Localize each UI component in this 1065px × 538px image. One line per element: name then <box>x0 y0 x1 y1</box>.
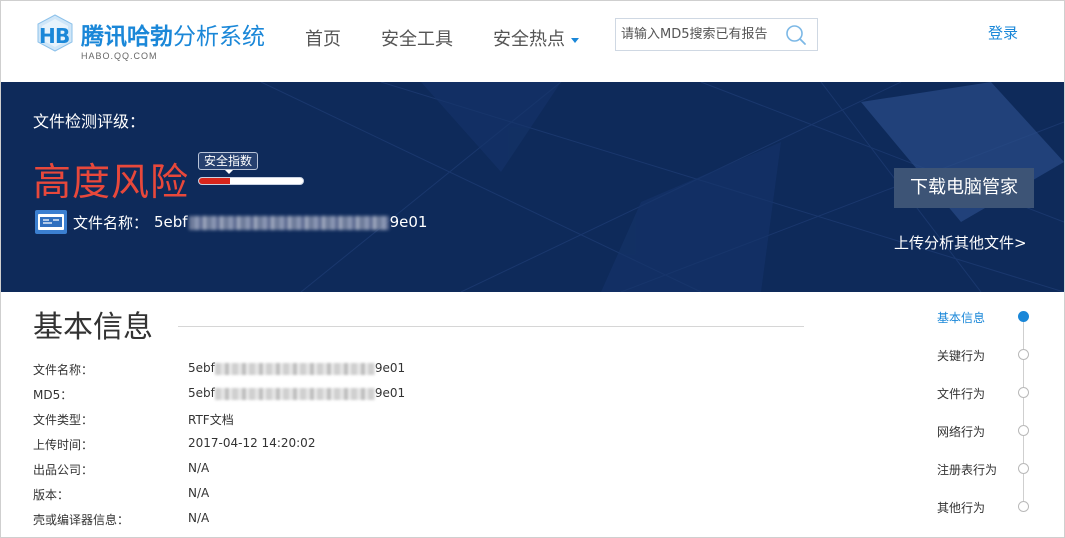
safety-index-tag: 安全指数 <box>198 152 259 174</box>
side-nav-dot-icon <box>1018 463 1029 474</box>
file-name-end: 9e01 <box>389 213 428 231</box>
info-value: N/A <box>188 461 210 475</box>
info-key: MD5： <box>33 388 73 402</box>
upload-other-files-link[interactable]: 上传分析其他文件> <box>894 232 1027 253</box>
side-nav-dot-icon <box>1018 311 1029 322</box>
info-key: 出品公司： <box>33 463 94 477</box>
info-value-end: 9e01 <box>374 361 406 375</box>
side-nav-network-behavior[interactable]: 网络行为 <box>937 421 1037 441</box>
side-nav-label: 注册表行为 <box>937 463 998 477</box>
svg-text:H: H <box>39 24 56 48</box>
md5-search <box>615 18 818 51</box>
side-nav-dot-icon <box>1018 349 1029 360</box>
side-nav-label: 网络行为 <box>937 425 986 439</box>
logo-subtitle: HABO.QQ.COM <box>81 51 158 61</box>
nav-security-hotspots-label: 安全热点 <box>493 29 565 50</box>
svg-text:B: B <box>55 24 70 48</box>
banner-file-name: 文件名称： 5ebf 9e01 <box>35 210 427 234</box>
nav-security-hotspots[interactable]: 安全热点 <box>493 28 579 52</box>
side-nav-label: 文件行为 <box>937 387 986 401</box>
login-link[interactable]: 登录 <box>988 22 1018 43</box>
file-name-start: 5ebf <box>154 213 188 231</box>
info-value: N/A <box>188 486 210 500</box>
md5-search-input[interactable] <box>616 19 776 50</box>
info-key: 文件名称： <box>33 363 94 377</box>
info-value: 5ebf 9e01 <box>188 386 405 400</box>
side-nav-dot-icon <box>1018 387 1029 398</box>
top-header: H B 腾讯哈勃分析系统 HABO.QQ.COM 首页 安全工具 安全热点 登录 <box>1 1 1064 82</box>
redacted-text <box>214 362 375 375</box>
section-divider <box>178 326 804 327</box>
risk-banner: 文件检测评级： 高度风险 安全指数 文件名称： 5ebf 9e01 下载电脑管家 … <box>1 82 1064 292</box>
file-name-label: 文件名称： <box>73 213 149 232</box>
nav-home[interactable]: 首页 <box>305 28 341 52</box>
info-key: 上传时间： <box>33 438 94 452</box>
info-key: 文件类型： <box>33 413 94 427</box>
side-nav-label: 其他行为 <box>937 501 986 515</box>
habo-logo[interactable]: H B 腾讯哈勃分析系统 HABO.QQ.COM <box>35 13 275 65</box>
info-value-start: 5ebf <box>188 386 215 400</box>
info-value: 2017-04-12 14:20:02 <box>188 436 316 450</box>
info-value: N/A <box>188 511 210 525</box>
logo-title-bold: 腾讯哈勃 <box>81 24 173 50</box>
redacted-text <box>188 215 389 230</box>
side-nav-basic-info[interactable]: 基本信息 <box>937 307 1037 327</box>
redacted-text <box>214 387 375 400</box>
info-value-end: 9e01 <box>374 386 406 400</box>
rtf-file-icon <box>35 210 67 234</box>
logo-title: 腾讯哈勃分析系统 <box>81 23 265 51</box>
safety-index-bar <box>198 177 304 185</box>
safety-index-fill <box>199 178 231 184</box>
section-title-basic-info: 基本信息 <box>33 310 153 345</box>
info-value: RTF文档 <box>188 413 234 427</box>
side-nav-label: 关键行为 <box>937 349 986 363</box>
side-nav-file-behavior[interactable]: 文件行为 <box>937 383 1037 403</box>
report-side-nav: 基本信息 关键行为 文件行为 网络行为 注册表行为 其他行为 <box>937 301 1037 531</box>
info-value: 5ebf 9e01 <box>188 361 405 375</box>
rating-label: 文件检测评级： <box>33 112 146 131</box>
download-pc-manager-button[interactable]: 下载电脑管家 <box>894 168 1034 208</box>
side-nav-label: 基本信息 <box>937 311 986 325</box>
info-key: 版本： <box>33 488 70 502</box>
side-nav-dot-icon <box>1018 501 1029 512</box>
habo-logo-icon: H B <box>37 14 73 52</box>
search-icon[interactable] <box>785 24 807 46</box>
info-value-start: 5ebf <box>188 361 215 375</box>
info-key: 壳或编译器信息： <box>33 513 130 527</box>
caret-down-icon <box>571 37 579 43</box>
side-nav-dot-icon <box>1018 425 1029 436</box>
side-nav-registry-behavior[interactable]: 注册表行为 <box>937 459 1037 479</box>
nav-security-tools[interactable]: 安全工具 <box>381 28 453 52</box>
logo-title-normal: 分析系统 <box>173 24 265 50</box>
risk-level: 高度风险 <box>33 160 190 204</box>
file-name-value: 5ebf 9e01 <box>154 213 427 231</box>
side-nav-key-behavior[interactable]: 关键行为 <box>937 345 1037 365</box>
side-nav-other-behavior[interactable]: 其他行为 <box>937 497 1037 517</box>
